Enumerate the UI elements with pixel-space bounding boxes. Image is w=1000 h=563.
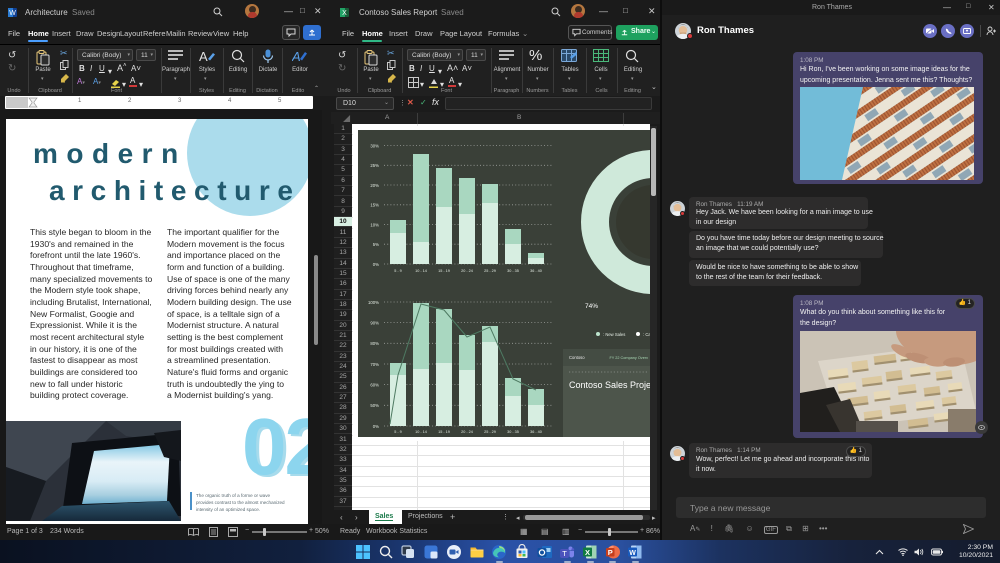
svg-text:T: T (563, 549, 568, 558)
svg-text:FY 22 Company Overv: FY 22 Company Overv (609, 356, 648, 360)
svg-text:10 - 14: 10 - 14 (415, 430, 427, 434)
svg-text:0%: 0% (373, 424, 379, 429)
svg-text:15 - 19: 15 - 19 (438, 430, 450, 434)
svg-text:25 - 29: 25 - 29 (484, 430, 496, 434)
svg-text:W: W (630, 549, 637, 556)
svg-text:80%: 80% (370, 341, 379, 346)
svg-text:36 - 40: 36 - 40 (530, 269, 542, 273)
svg-text:A: A (292, 49, 301, 63)
svg-text:30 - 35: 30 - 35 (507, 269, 519, 273)
svg-text:50%: 50% (370, 403, 379, 408)
svg-text:70%: 70% (370, 362, 379, 367)
svg-text:10 - 14: 10 - 14 (415, 269, 427, 273)
svg-text:74%: 74% (585, 303, 598, 310)
svg-text:25%: 25% (370, 163, 379, 168)
svg-text:X: X (342, 10, 347, 17)
svg-text:10%: 10% (370, 222, 379, 227)
svg-text:20 - 24: 20 - 24 (461, 269, 473, 273)
svg-text:A: A (199, 49, 208, 63)
svg-text:90%: 90% (370, 320, 379, 325)
svg-text:36 - 40: 36 - 40 (530, 430, 542, 434)
svg-text:60%: 60% (370, 382, 379, 387)
svg-text:X: X (585, 547, 590, 556)
svg-text:W: W (9, 10, 16, 17)
svg-text:15 - 19: 15 - 19 (438, 269, 450, 273)
svg-text:: New Sales: : New Sales (603, 332, 625, 337)
svg-text:100%: 100% (368, 300, 379, 305)
svg-text:Contoso: Contoso (569, 355, 585, 360)
svg-text:P: P (607, 547, 612, 556)
svg-text:30%: 30% (370, 143, 379, 148)
svg-text:: Ca: : Ca (643, 332, 650, 337)
svg-text:25 - 29: 25 - 29 (484, 269, 496, 273)
svg-text:5 - 9: 5 - 9 (394, 269, 402, 273)
svg-text:0%: 0% (373, 262, 379, 267)
svg-text:Contoso Sales Projectio: Contoso Sales Projectio (569, 380, 650, 390)
svg-text:5%: 5% (373, 242, 379, 247)
svg-text:20 - 24: 20 - 24 (461, 430, 473, 434)
svg-text:15%: 15% (370, 203, 379, 208)
svg-text:5 - 9: 5 - 9 (394, 430, 402, 434)
svg-text:20%: 20% (370, 183, 379, 188)
svg-text:30 - 35: 30 - 35 (507, 430, 519, 434)
